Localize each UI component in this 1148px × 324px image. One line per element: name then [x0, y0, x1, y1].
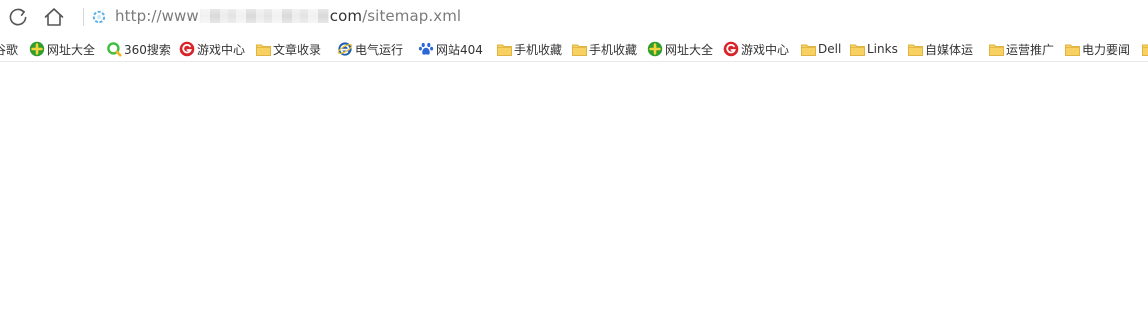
bookmark-item[interactable]: 电力要闻 — [1064, 40, 1130, 58]
refresh-button[interactable] — [5, 4, 31, 30]
bookmark-item[interactable]: 谷歌 — [0, 40, 18, 58]
folder-icon — [988, 41, 1004, 57]
bookmark-label: 运营推广 — [1006, 42, 1055, 57]
bookmark-item[interactable]: Dell — [800, 40, 841, 58]
bookmark-item[interactable]: 电气运行 — [337, 40, 403, 58]
bookmark-item[interactable]: 游戏中心 — [723, 40, 789, 58]
url-prefix: http://www — [115, 7, 199, 25]
bookmark-item[interactable]: 运营推广 — [988, 40, 1054, 58]
folder-icon — [1141, 41, 1148, 57]
home-icon — [44, 8, 64, 26]
page-loading-icon — [90, 8, 108, 26]
bookmark-label: 谷歌 — [0, 42, 19, 57]
folder-icon — [255, 41, 271, 57]
bookmark-label: Dell — [818, 42, 842, 56]
bookmark-item[interactable]: 网址大全 — [29, 40, 95, 58]
game-center-icon — [179, 41, 195, 57]
bookmark-item[interactable]: 手机收藏 — [496, 40, 562, 58]
baidu-paw-icon — [418, 41, 434, 57]
360-search-icon — [106, 41, 122, 57]
bookmark-label: 网站404 — [436, 42, 483, 57]
bookmark-item[interactable]: 360搜索 — [106, 40, 171, 58]
bookmarks-bar: 谷歌 网址大全 360搜索 游戏中心 文章收录 电气运行 网站404 手机收藏 手机收藏 网址大全… — [0, 37, 1148, 62]
bookmark-item[interactable]: 文章收录 — [255, 40, 321, 58]
bookmark-item[interactable]: Links — [849, 40, 898, 58]
browser-window: http://www com /sitemap.xml 谷歌 网址大全 360搜索 游… — [0, 0, 1148, 324]
bookmark-item[interactable]: 手机收藏 — [571, 40, 637, 58]
bookmark-label: Links — [867, 42, 898, 56]
bookmark-item[interactable]: 游戏中心 — [179, 40, 245, 58]
page-content — [0, 62, 1148, 324]
game-center-icon — [723, 41, 739, 57]
bookmark-label: 360搜索 — [124, 42, 171, 57]
refresh-icon — [9, 8, 27, 26]
bookmark-label: 电力要闻 — [1082, 42, 1131, 57]
home-button[interactable] — [41, 4, 67, 30]
bookmark-label: 手机收藏 — [589, 42, 638, 57]
folder-icon — [800, 41, 816, 57]
bookmark-label: 手机收藏 — [514, 42, 563, 57]
bookmark-label: 网址大全 — [665, 42, 714, 57]
url-path: /sitemap.xml — [362, 7, 462, 25]
bookmark-label: 游戏中心 — [197, 42, 246, 57]
folder-icon — [1064, 41, 1080, 57]
ie-icon — [337, 41, 353, 57]
folder-icon — [907, 41, 923, 57]
green-plus-icon — [647, 41, 663, 57]
folder-icon — [496, 41, 512, 57]
bookmark-item[interactable]: 网址大全 — [647, 40, 713, 58]
address-bar[interactable]: http://www com /sitemap.xml — [115, 5, 461, 27]
bookmark-item[interactable] — [1141, 40, 1148, 58]
bookmark-label: 文章收录 — [273, 42, 322, 57]
bookmark-label: 自媒体运 — [925, 42, 974, 57]
bookmark-item[interactable]: 自媒体运 — [907, 40, 973, 58]
bookmark-label: 网址大全 — [47, 42, 96, 57]
folder-icon — [849, 41, 865, 57]
bookmark-label: 游戏中心 — [741, 42, 790, 57]
url-domain-suffix: com — [329, 7, 363, 25]
folder-icon — [571, 41, 587, 57]
bookmark-item[interactable]: 网站404 — [418, 40, 483, 58]
green-plus-icon — [29, 41, 45, 57]
address-divider — [83, 8, 84, 26]
navigation-toolbar: http://www com /sitemap.xml — [0, 0, 1148, 34]
bookmark-label: 电气运行 — [355, 42, 404, 57]
